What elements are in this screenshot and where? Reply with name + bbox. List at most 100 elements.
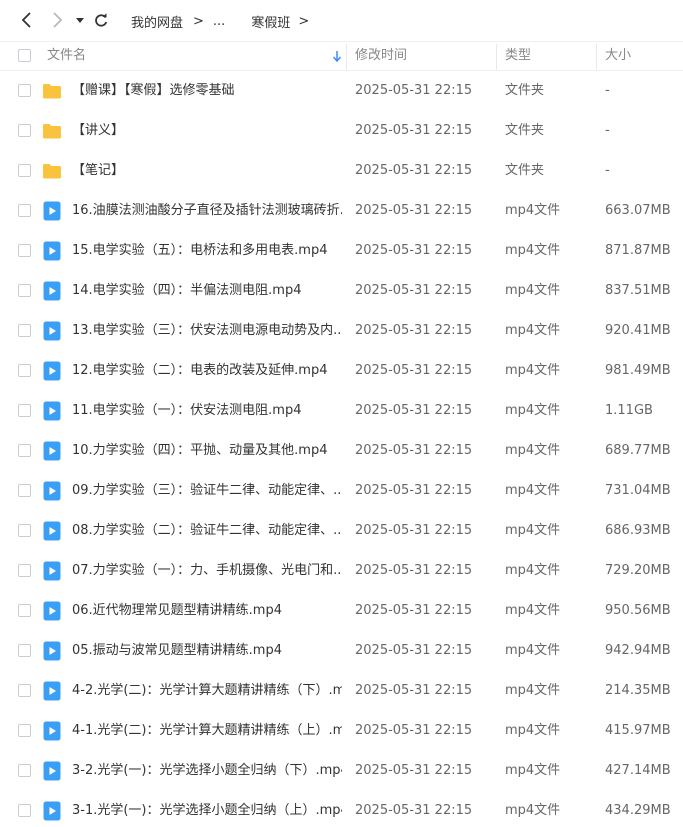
history-dropdown-icon[interactable] bbox=[70, 10, 90, 30]
file-type: mp4文件 bbox=[505, 763, 561, 778]
breadcrumb-separator: > bbox=[193, 13, 204, 29]
file-name[interactable]: 12.电学实验（二）：电表的改装及延伸.mp4 bbox=[72, 351, 328, 391]
row-checkbox[interactable] bbox=[18, 444, 31, 457]
file-name[interactable]: 15.电学实验（五）：电桥法和多用电表.mp4 bbox=[72, 231, 328, 271]
file-name[interactable]: 【赠课】【寒假】选修零基础 bbox=[72, 71, 235, 111]
file-row[interactable]: 06.近代物理常见题型精讲精练.mp4 2025-05-31 22:15 mp4文件… bbox=[0, 591, 683, 631]
row-checkbox[interactable] bbox=[18, 204, 31, 217]
breadcrumb-root[interactable]: 我的网盘 bbox=[131, 12, 183, 31]
column-divider[interactable] bbox=[346, 44, 347, 70]
row-checkbox[interactable] bbox=[18, 484, 31, 497]
file-modified-time: 2025-05-31 22:15 bbox=[355, 643, 473, 658]
file-type: mp4文件 bbox=[505, 363, 561, 378]
file-list-header: 文件名 修改时间 类型 大小 bbox=[0, 41, 683, 71]
forward-arrow-icon[interactable] bbox=[47, 10, 67, 30]
file-name[interactable]: 3-2.光学(一)：光学选择小题全归纳（下）.mp4 bbox=[72, 751, 342, 791]
file-name[interactable]: 06.近代物理常见题型精讲精练.mp4 bbox=[72, 591, 282, 631]
file-row[interactable]: 4-2.光学(二)：光学计算大题精讲精练（下）.mp4 2025-05-31 22… bbox=[0, 671, 683, 711]
row-checkbox[interactable] bbox=[18, 404, 31, 417]
file-row[interactable]: 09.力学实验（三）：验证牛二律、动能定律、... 2025-05-31 22:1… bbox=[0, 471, 683, 511]
header-size[interactable]: 大小 bbox=[605, 42, 631, 70]
file-row[interactable]: 07.力学实验（一）：力、手机摄像、光电门和... 2025-05-31 22:1… bbox=[0, 551, 683, 591]
file-name[interactable]: 05.振动与波常见题型精讲精练.mp4 bbox=[72, 631, 282, 671]
file-size: 434.29MB bbox=[605, 803, 671, 818]
row-checkbox[interactable] bbox=[18, 684, 31, 697]
file-name[interactable]: 08.力学实验（二）：验证牛二律、动能定律、... bbox=[72, 511, 342, 551]
video-file-icon bbox=[42, 401, 62, 421]
file-modified-time: 2025-05-31 22:15 bbox=[355, 723, 473, 738]
file-row[interactable]: 【赠课】【寒假】选修零基础 2025-05-31 22:15 文件夹 - bbox=[0, 71, 683, 111]
select-all-checkbox[interactable] bbox=[18, 49, 31, 62]
row-checkbox[interactable] bbox=[18, 524, 31, 537]
file-row[interactable]: 15.电学实验（五）：电桥法和多用电表.mp4 2025-05-31 22:15 m… bbox=[0, 231, 683, 271]
file-row[interactable]: 4-1.光学(二)：光学计算大题精讲精练（上）.mp4 2025-05-31 22… bbox=[0, 711, 683, 751]
row-checkbox[interactable] bbox=[18, 804, 31, 817]
file-name[interactable]: 13.电学实验（三）：伏安法测电源电动势及内... bbox=[72, 311, 342, 351]
sort-desc-icon[interactable] bbox=[332, 50, 342, 62]
file-size: 686.93MB bbox=[605, 523, 671, 538]
breadcrumb-current[interactable]: 寒假班 bbox=[251, 12, 290, 31]
file-row[interactable]: 13.电学实验（三）：伏安法测电源电动势及内... 2025-05-31 22:1… bbox=[0, 311, 683, 351]
toolbar: 我的网盘 > ... 寒假班 > bbox=[0, 0, 683, 41]
row-checkbox[interactable] bbox=[18, 724, 31, 737]
file-type: mp4文件 bbox=[505, 243, 561, 258]
file-modified-time: 2025-05-31 22:15 bbox=[355, 563, 473, 578]
file-modified-time: 2025-05-31 22:15 bbox=[355, 203, 473, 218]
file-row[interactable]: 05.振动与波常见题型精讲精练.mp4 2025-05-31 22:15 mp4文件… bbox=[0, 631, 683, 671]
file-row[interactable]: 12.电学实验（二）：电表的改装及延伸.mp4 2025-05-31 22:15 m… bbox=[0, 351, 683, 391]
header-name[interactable]: 文件名 bbox=[47, 42, 86, 70]
file-name[interactable]: 3-1.光学(一)：光学选择小题全归纳（上）.mp4 bbox=[72, 791, 342, 827]
row-checkbox[interactable] bbox=[18, 764, 31, 777]
file-type: 文件夹 bbox=[505, 83, 545, 98]
file-row[interactable]: 16.油膜法测油酸分子直径及插针法测玻璃砖折... 2025-05-31 22:1… bbox=[0, 191, 683, 231]
column-divider[interactable] bbox=[596, 44, 597, 70]
row-checkbox[interactable] bbox=[18, 124, 31, 137]
video-file-icon bbox=[42, 681, 62, 701]
video-file-icon bbox=[42, 361, 62, 381]
file-type: mp4文件 bbox=[505, 803, 561, 818]
row-checkbox[interactable] bbox=[18, 284, 31, 297]
file-name[interactable]: 16.油膜法测油酸分子直径及插针法测玻璃砖折... bbox=[72, 191, 342, 231]
header-mtime[interactable]: 修改时间 bbox=[355, 42, 407, 70]
video-file-icon bbox=[42, 601, 62, 621]
file-size: 1.11GB bbox=[605, 403, 653, 418]
row-checkbox[interactable] bbox=[18, 364, 31, 377]
file-row[interactable]: 3-2.光学(一)：光学选择小题全归纳（下）.mp4 2025-05-31 22:… bbox=[0, 751, 683, 791]
file-name[interactable]: 14.电学实验（四）：半偏法测电阻.mp4 bbox=[72, 271, 302, 311]
back-arrow-icon[interactable] bbox=[17, 10, 37, 30]
file-type: mp4文件 bbox=[505, 563, 561, 578]
refresh-icon[interactable] bbox=[91, 10, 111, 30]
row-checkbox[interactable] bbox=[18, 164, 31, 177]
file-row[interactable]: 11.电学实验（一）：伏安法测电阻.mp4 2025-05-31 22:15 mp4… bbox=[0, 391, 683, 431]
file-row[interactable]: 【讲义】 2025-05-31 22:15 文件夹 - bbox=[0, 111, 683, 151]
row-checkbox[interactable] bbox=[18, 644, 31, 657]
file-row[interactable]: 10.力学实验（四）：平抛、动量及其他.mp4 2025-05-31 22:15 m… bbox=[0, 431, 683, 471]
file-type: mp4文件 bbox=[505, 723, 561, 738]
file-size: 214.35MB bbox=[605, 683, 671, 698]
file-modified-time: 2025-05-31 22:15 bbox=[355, 123, 473, 138]
column-divider[interactable] bbox=[496, 44, 497, 70]
file-row[interactable]: 3-1.光学(一)：光学选择小题全归纳（上）.mp4 2025-05-31 22:… bbox=[0, 791, 683, 827]
file-name[interactable]: 07.力学实验（一）：力、手机摄像、光电门和... bbox=[72, 551, 342, 591]
file-row[interactable]: 14.电学实验（四）：半偏法测电阻.mp4 2025-05-31 22:15 mp4… bbox=[0, 271, 683, 311]
file-name[interactable]: 09.力学实验（三）：验证牛二律、动能定律、... bbox=[72, 471, 342, 511]
file-name[interactable]: 11.电学实验（一）：伏安法测电阻.mp4 bbox=[72, 391, 302, 431]
file-size: 427.14MB bbox=[605, 763, 671, 778]
file-name[interactable]: 10.力学实验（四）：平抛、动量及其他.mp4 bbox=[72, 431, 328, 471]
row-checkbox[interactable] bbox=[18, 324, 31, 337]
file-modified-time: 2025-05-31 22:15 bbox=[355, 243, 473, 258]
row-checkbox[interactable] bbox=[18, 564, 31, 577]
breadcrumb-ellipsis[interactable]: ... bbox=[213, 14, 225, 29]
file-row[interactable]: 【笔记】 2025-05-31 22:15 文件夹 - bbox=[0, 151, 683, 191]
breadcrumb: 我的网盘 > ... 寒假班 > bbox=[131, 11, 318, 31]
video-file-icon bbox=[42, 561, 62, 581]
row-checkbox[interactable] bbox=[18, 604, 31, 617]
file-name[interactable]: 【讲义】 bbox=[72, 111, 124, 151]
file-name[interactable]: 4-2.光学(二)：光学计算大题精讲精练（下）.mp4 bbox=[72, 671, 342, 711]
row-checkbox[interactable] bbox=[18, 244, 31, 257]
file-name[interactable]: 4-1.光学(二)：光学计算大题精讲精练（上）.mp4 bbox=[72, 711, 342, 751]
file-row[interactable]: 08.力学实验（二）：验证牛二律、动能定律、... 2025-05-31 22:1… bbox=[0, 511, 683, 551]
file-name[interactable]: 【笔记】 bbox=[72, 151, 124, 191]
header-type[interactable]: 类型 bbox=[505, 42, 531, 70]
row-checkbox[interactable] bbox=[18, 84, 31, 97]
